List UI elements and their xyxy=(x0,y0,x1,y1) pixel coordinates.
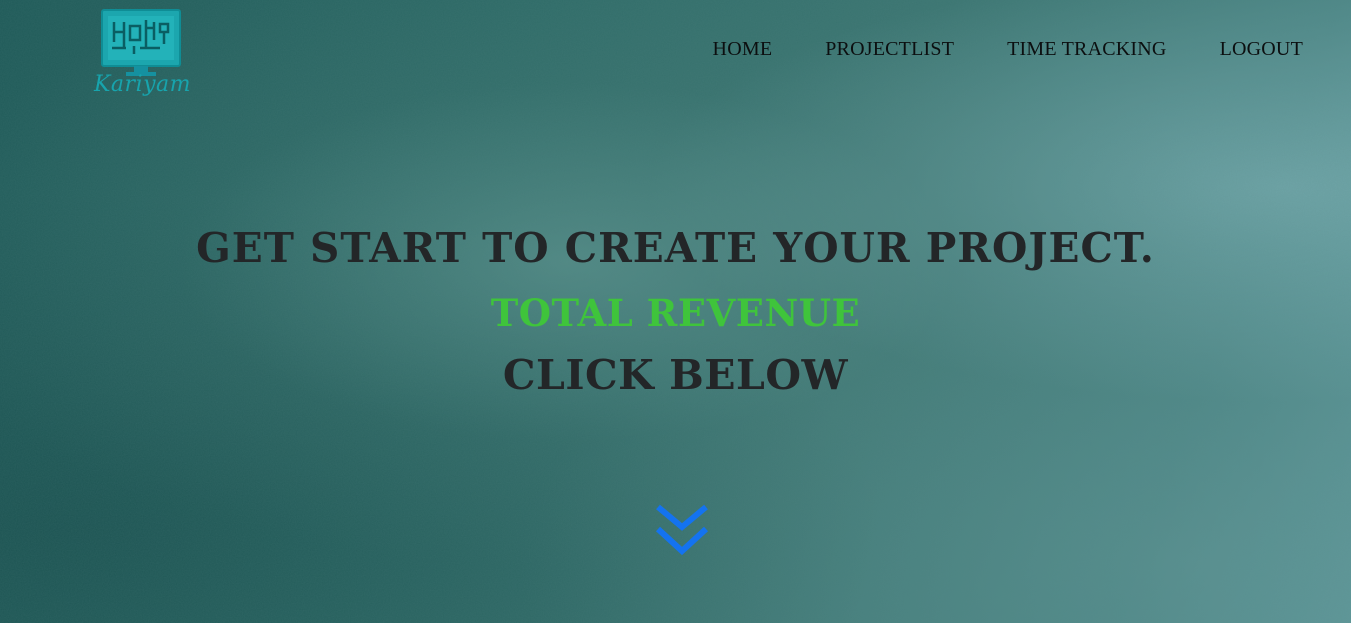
nav-logout-link[interactable]: LOGOUT xyxy=(1220,38,1303,61)
site-logo[interactable]: Kariyam xyxy=(94,8,192,108)
double-chevron-down-icon[interactable] xyxy=(654,503,710,559)
hero-section: GET START TO CREATE YOUR PROJECT. TOTAL … xyxy=(0,220,1351,402)
nav-time-tracking-link[interactable]: TIME TRACKING xyxy=(1007,38,1166,61)
main-nav: HOME PROJECTLIST TIME TRACKING LOGOUT xyxy=(713,38,1303,61)
hero-headline: GET START TO CREATE YOUR PROJECT. xyxy=(196,224,1155,272)
click-below-text: CLICK BELOW xyxy=(502,351,849,399)
logo-wordmark: Kariyam xyxy=(94,72,192,97)
total-revenue-label: TOTAL REVENUE xyxy=(490,291,861,335)
nav-home-link[interactable]: HOME xyxy=(713,38,773,61)
monitor-logo-icon xyxy=(101,9,181,76)
site-header: Kariyam HOME PROJECTLIST TIME TRACKING L… xyxy=(0,0,1351,110)
nav-projectlist-link[interactable]: PROJECTLIST xyxy=(825,38,954,61)
